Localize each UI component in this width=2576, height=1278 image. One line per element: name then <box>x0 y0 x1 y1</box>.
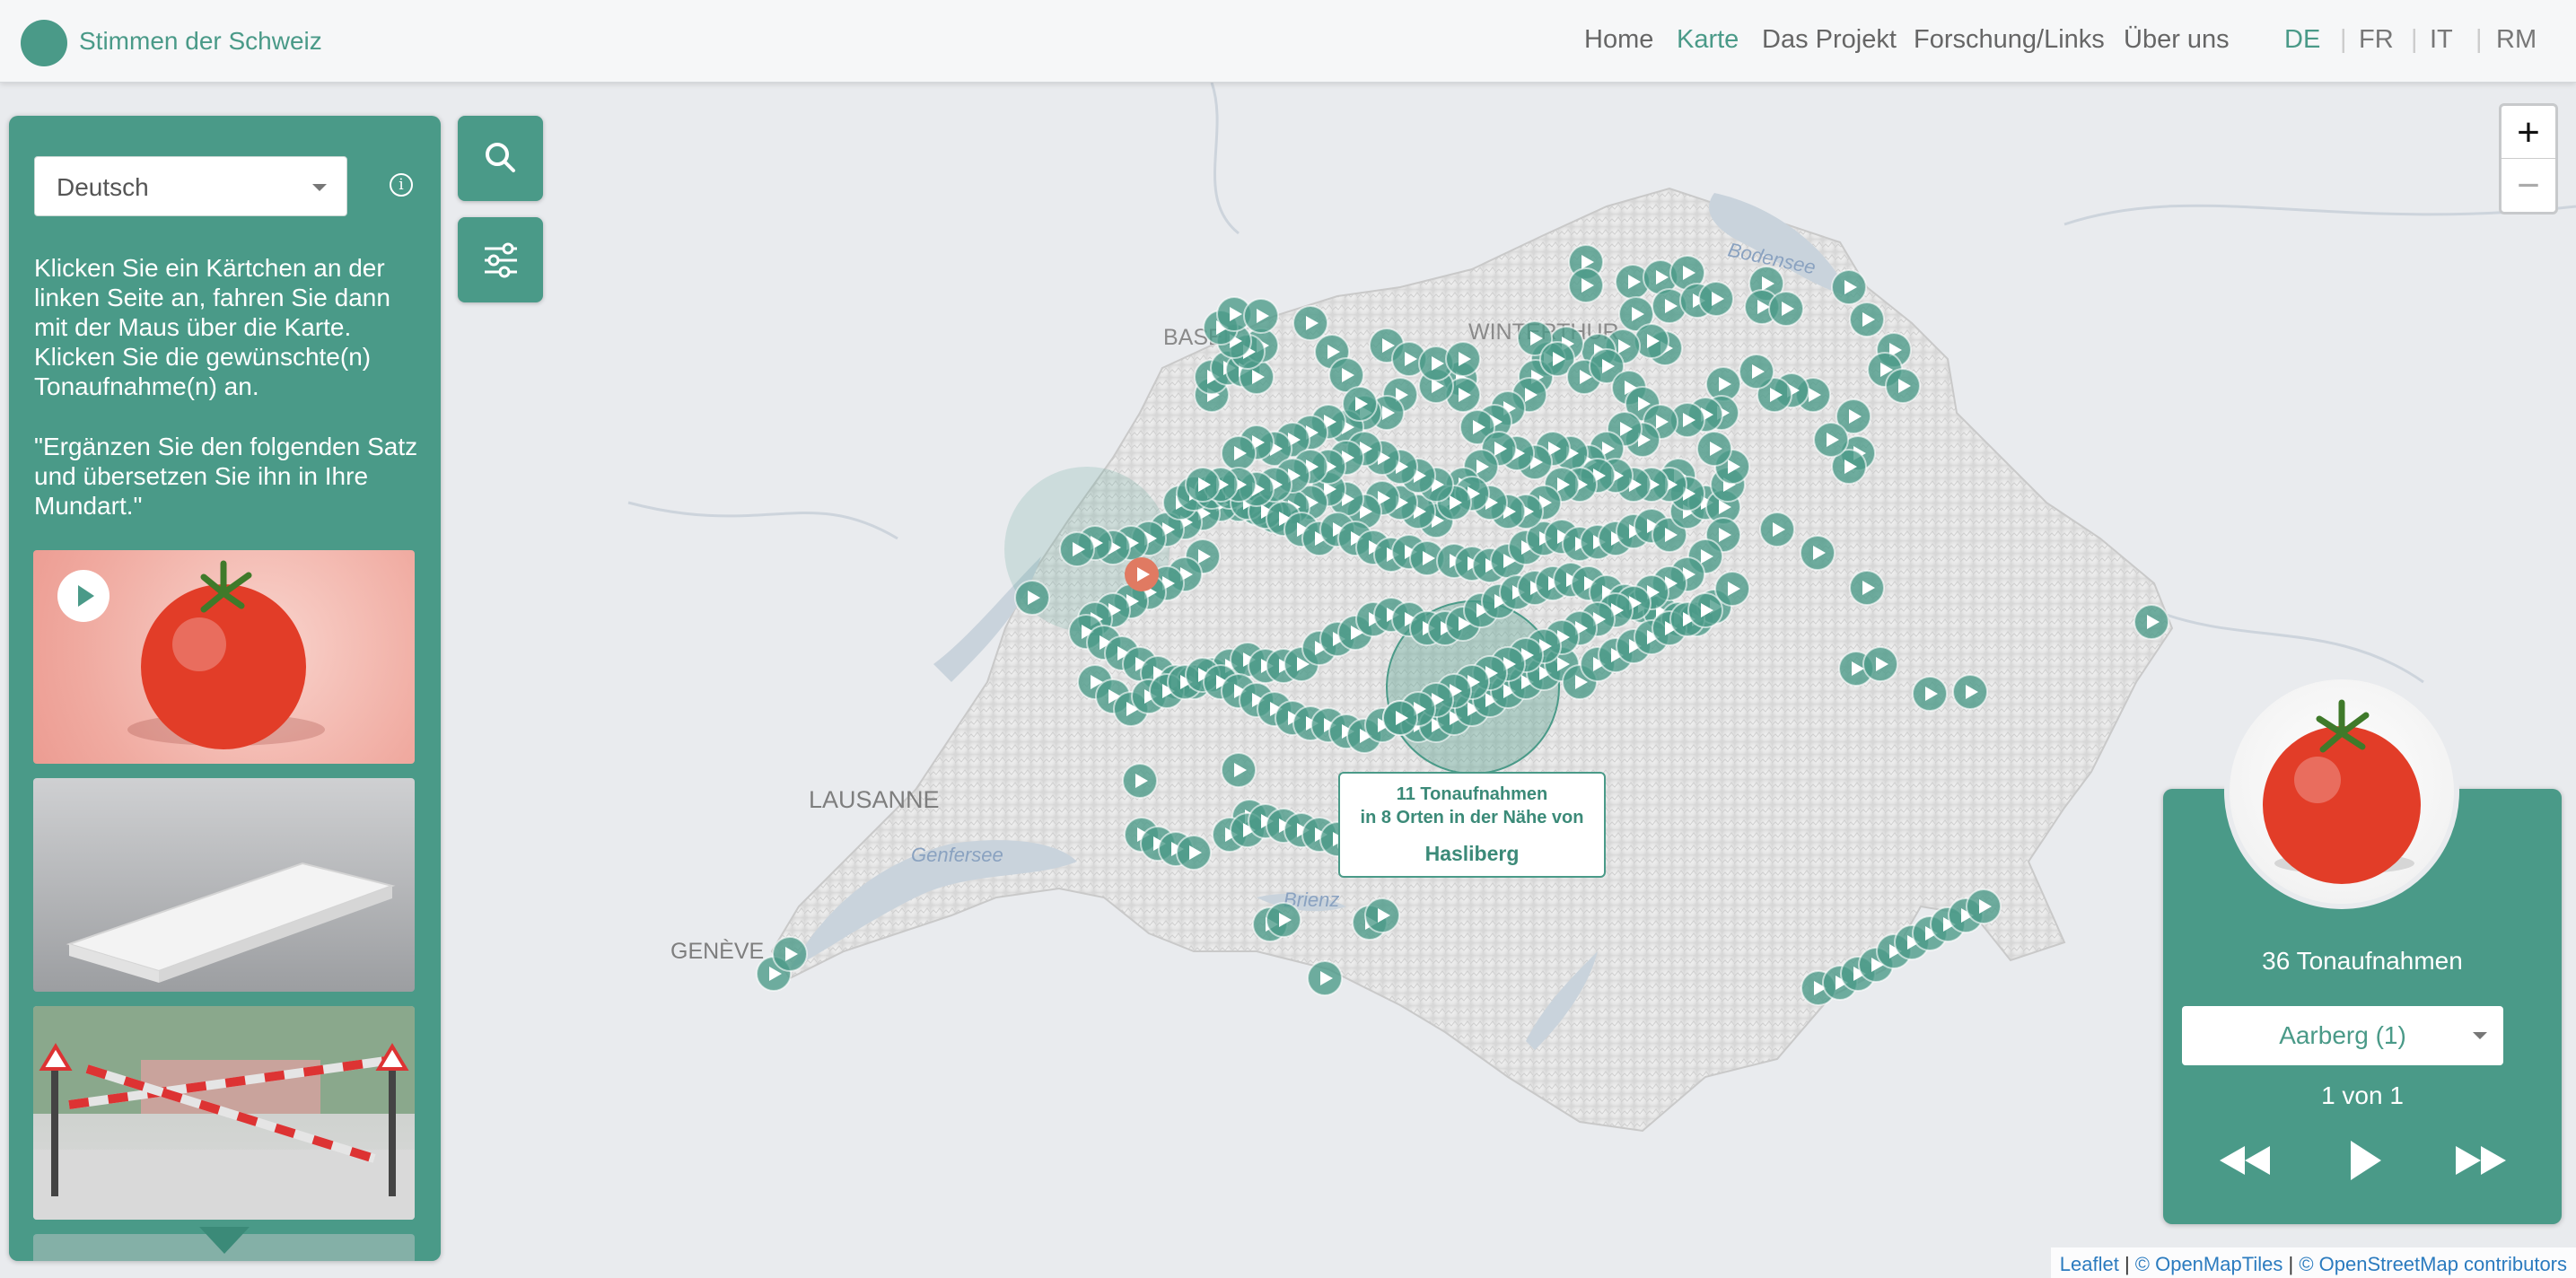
logo-icon[interactable] <box>21 20 67 66</box>
nav-das-projekt[interactable]: Das Projekt <box>1762 25 1897 55</box>
sidebar-panel: Deutsch i Klicken Sie ein Kärtchen an de… <box>9 116 441 1261</box>
recording-marker[interactable] <box>1059 531 1095 567</box>
zoom-in-button[interactable]: + <box>2502 106 2555 159</box>
card-mattress[interactable] <box>33 778 415 992</box>
card-tomato[interactable] <box>33 550 415 764</box>
zoom-out-button[interactable]: − <box>2502 159 2555 212</box>
recording-marker[interactable] <box>1696 431 1732 467</box>
recording-marker[interactable] <box>1176 835 1212 871</box>
recording-marker[interactable] <box>1122 763 1158 799</box>
recording-marker[interactable] <box>1739 354 1774 390</box>
top-navigation-bar: Stimmen der Schweiz Home Karte Das Proje… <box>0 0 2576 83</box>
nav-ueber-uns[interactable]: Über uns <box>2124 25 2230 55</box>
prompt-text: "Ergänzen Sie den folgenden Satz und übe… <box>34 433 418 520</box>
fast-forward-icon <box>2456 1146 2506 1175</box>
recording-marker[interactable] <box>772 936 808 972</box>
search-button[interactable] <box>458 116 543 201</box>
lang-separator: | <box>2411 25 2418 54</box>
recording-marker[interactable] <box>1364 897 1400 933</box>
chevron-down-icon <box>2473 1032 2487 1039</box>
railway-crossing-image <box>33 1006 415 1220</box>
zoom-control: + − <box>2499 103 2558 214</box>
tooltip-nearby: in 8 Orten in der Nähe von <box>1360 808 1584 827</box>
sliders-icon <box>485 242 517 278</box>
map-label-genfersee: Genfersee <box>911 844 1003 866</box>
recording-marker[interactable] <box>1849 570 1885 606</box>
scroll-down-icon[interactable] <box>9 1221 441 1261</box>
lang-de[interactable]: DE <box>2284 25 2320 55</box>
lang-rm[interactable]: RM <box>2496 25 2537 55</box>
player-card-image <box>2224 674 2459 909</box>
recording-marker[interactable] <box>1342 386 1378 422</box>
nav-karte[interactable]: Karte <box>1677 25 1739 55</box>
recording-marker[interactable] <box>1687 592 1723 628</box>
map-label-lausanne: LAUSANNE <box>809 786 940 813</box>
recording-marker[interactable] <box>1698 281 1734 317</box>
lang-fr[interactable]: FR <box>2359 25 2394 55</box>
search-icon <box>486 143 515 172</box>
recording-marker[interactable] <box>1831 269 1867 305</box>
recording-marker[interactable] <box>1885 368 1921 404</box>
card-railway-crossing[interactable] <box>33 1006 415 1220</box>
language-select-value: Deutsch <box>57 173 149 201</box>
lang-it[interactable]: IT <box>2430 25 2453 55</box>
attribution-openmaptiles-link[interactable]: © OpenMapTiles <box>2135 1253 2283 1275</box>
recording-marker[interactable] <box>1813 422 1849 458</box>
recording-marker[interactable] <box>1221 752 1257 788</box>
recording-marker[interactable] <box>1243 298 1279 334</box>
play-icon[interactable] <box>57 570 110 622</box>
map-label-geneve: GENÈVE <box>670 938 764 964</box>
recording-marker[interactable] <box>1185 467 1221 503</box>
chevron-down-icon <box>312 184 327 191</box>
language-select[interactable]: Deutsch <box>34 156 347 216</box>
recording-marker[interactable] <box>1952 674 1988 710</box>
attribution-leaflet-link[interactable]: Leaflet <box>2060 1253 2119 1275</box>
rewind-button[interactable] <box>2214 1134 2277 1187</box>
brand-name[interactable]: Stimmen der Schweiz <box>79 27 322 56</box>
recording-marker[interactable] <box>1849 302 1885 337</box>
fast-forward-button[interactable] <box>2449 1134 2511 1187</box>
lang-separator: | <box>2340 25 2347 54</box>
place-select-value: Aarberg (1) <box>2279 1021 2406 1049</box>
recording-marker[interactable] <box>1292 305 1328 341</box>
info-icon[interactable]: i <box>390 173 413 197</box>
nav-forschung-links[interactable]: Forschung/Links <box>1914 25 2105 55</box>
recording-marker[interactable] <box>1862 646 1898 682</box>
active-recording-marker[interactable] <box>1125 557 1159 591</box>
mattress-image <box>66 862 396 983</box>
recording-marker[interactable] <box>1382 700 1418 736</box>
recording-marker[interactable] <box>1912 676 1948 712</box>
recording-marker[interactable] <box>1266 902 1301 938</box>
recording-marker[interactable] <box>1221 435 1257 471</box>
recording-count: 36 Tonaufnahmen <box>2262 947 2463 975</box>
rewind-icon <box>2220 1146 2270 1175</box>
instructions-text: Klicken Sie ein Kärtchen an der linken S… <box>34 254 390 400</box>
map-attribution: Leaflet | © OpenMapTiles | © OpenStreetM… <box>2050 1247 2576 1278</box>
attribution-osm-link[interactable]: © OpenStreetMap contributors <box>2299 1253 2567 1275</box>
cluster-tooltip: 11 Tonaufnahmen in 8 Orten in der Nähe v… <box>1338 772 1606 878</box>
play-icon <box>2351 1141 2381 1180</box>
lang-separator: | <box>2475 25 2483 54</box>
recording-marker[interactable] <box>1568 267 1604 303</box>
recording-marker[interactable] <box>1759 512 1795 547</box>
recording-marker[interactable] <box>1966 888 2002 924</box>
recording-marker[interactable] <box>1800 535 1836 571</box>
recording-marker[interactable] <box>2134 604 2169 640</box>
pager-text: 1 von 1 <box>2321 1081 2404 1109</box>
place-select[interactable]: Aarberg (1) <box>2182 1006 2503 1065</box>
play-button[interactable] <box>2331 1134 2394 1187</box>
recording-marker[interactable] <box>1445 341 1481 377</box>
tooltip-place: Hasliberg <box>1424 842 1520 865</box>
tomato-image <box>2263 699 2421 884</box>
nav-home[interactable]: Home <box>1584 25 1653 55</box>
recording-marker[interactable] <box>1014 580 1050 616</box>
tooltip-count: 11 Tonaufnahmen <box>1396 784 1548 804</box>
recording-marker[interactable] <box>1768 291 1804 327</box>
filter-button[interactable] <box>458 217 543 302</box>
recording-marker[interactable] <box>1307 960 1343 996</box>
